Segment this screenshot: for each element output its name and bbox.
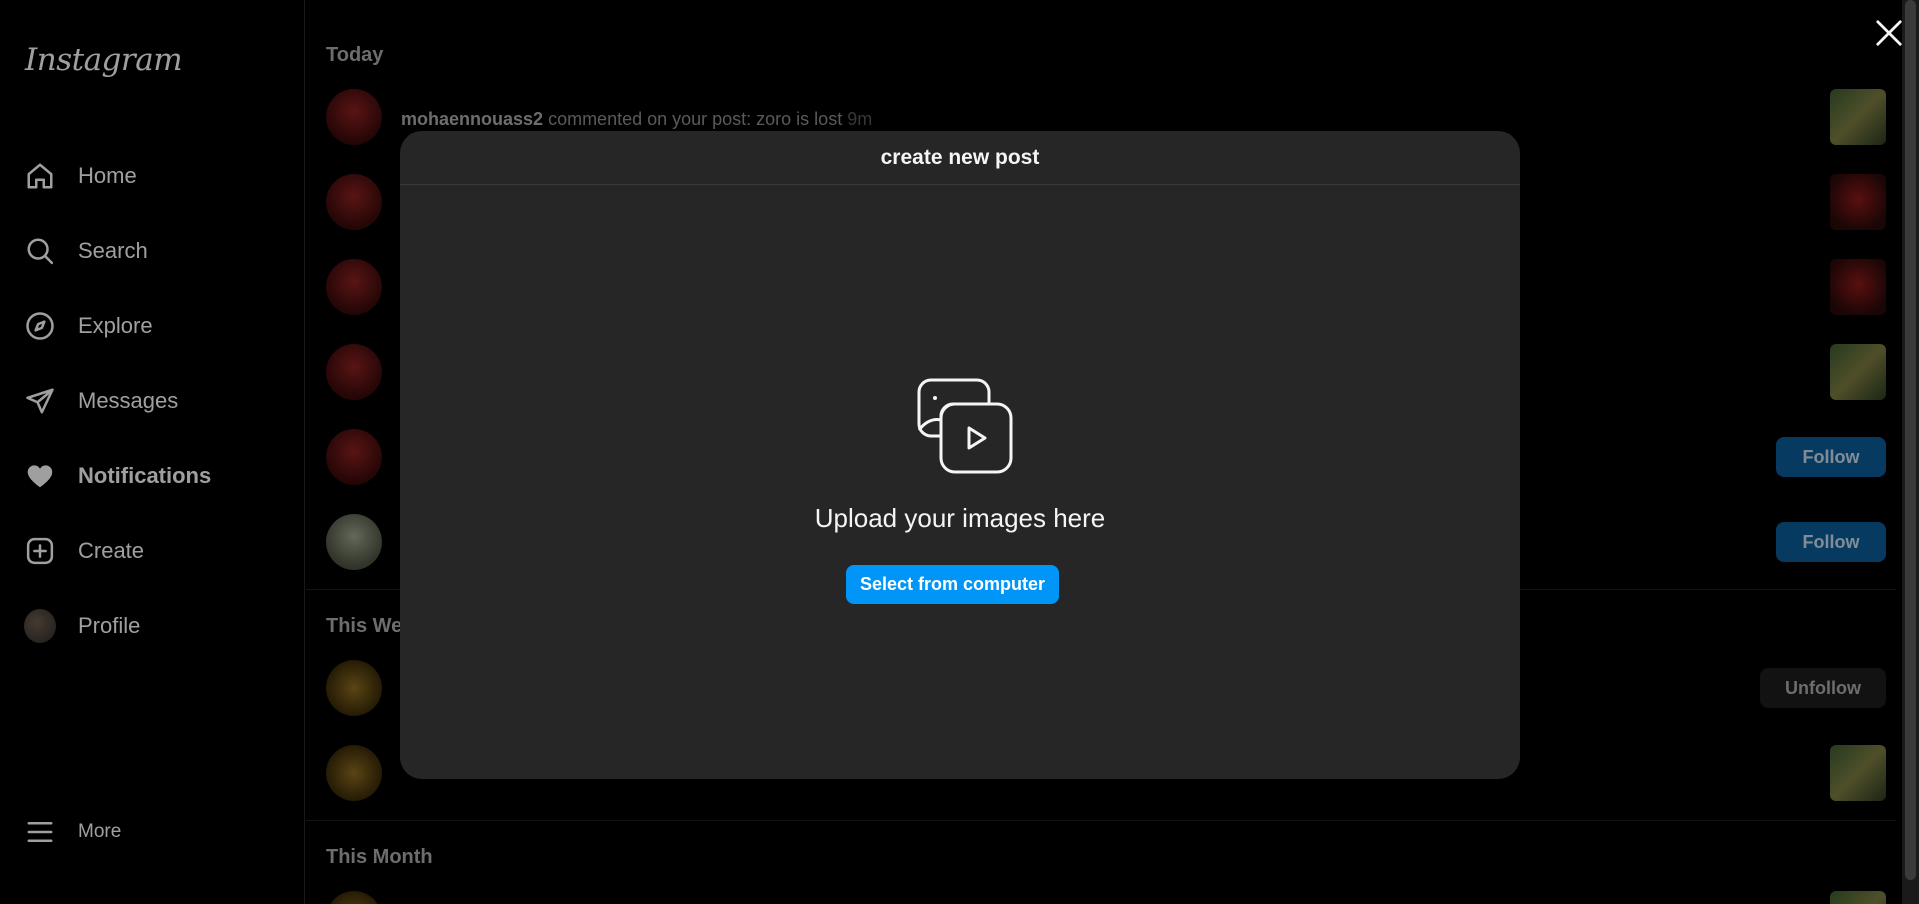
notification-time: 9m xyxy=(847,109,873,129)
list-item[interactable] xyxy=(326,891,1886,904)
sidebar-item-label: Home xyxy=(78,163,137,188)
section-title-today: Today xyxy=(326,44,384,66)
heart-icon xyxy=(24,460,56,492)
post-thumbnail[interactable] xyxy=(1830,89,1886,145)
avatar[interactable] xyxy=(326,259,382,315)
follow-button[interactable]: Follow xyxy=(1776,437,1886,477)
home-icon xyxy=(24,160,56,192)
sidebar-item-messages[interactable]: Messages xyxy=(24,379,284,423)
avatar[interactable] xyxy=(326,344,382,400)
profile-avatar-wrap xyxy=(24,609,56,643)
compass-icon xyxy=(24,310,56,342)
divider xyxy=(306,820,1896,821)
avatar[interactable] xyxy=(326,429,382,485)
avatar xyxy=(24,609,56,643)
avatar[interactable] xyxy=(326,174,382,230)
scrollbar[interactable] xyxy=(1902,0,1919,904)
sidebar-item-label: Explore xyxy=(78,313,153,338)
modal-title: create new post xyxy=(880,145,1040,169)
avatar[interactable] xyxy=(326,745,382,801)
avatar[interactable] xyxy=(326,514,382,570)
section-title-this-month: This Month xyxy=(326,846,433,868)
media-upload-icon xyxy=(905,364,1015,474)
post-thumbnail[interactable] xyxy=(1830,174,1886,230)
upload-prompt: Upload your images here xyxy=(814,503,1106,533)
sidebar-item-label: More xyxy=(78,821,122,842)
notification-username[interactable]: mohaennouass2 xyxy=(401,109,543,129)
post-thumbnail[interactable] xyxy=(1830,891,1886,904)
select-from-computer-button[interactable]: Select from computer xyxy=(846,565,1059,604)
menu-icon xyxy=(24,816,56,848)
sidebar-item-label: Messages xyxy=(78,388,179,413)
sidebar-item-profile[interactable]: Profile xyxy=(24,604,284,648)
sidebar: Instagram Home Search Explore Messages N… xyxy=(0,0,305,904)
notification-action: commented on your post: zoro is lost xyxy=(548,109,843,129)
paper-plane-icon xyxy=(24,385,56,417)
notification-text: mohaennouass2 commented on your post: zo… xyxy=(401,109,872,130)
instagram-logo[interactable]: Instagram xyxy=(25,42,183,78)
post-thumbnail[interactable] xyxy=(1830,344,1886,400)
modal-header: create new post xyxy=(400,131,1520,185)
sidebar-item-home[interactable]: Home xyxy=(24,154,284,198)
follow-button[interactable]: Follow xyxy=(1776,522,1886,562)
post-thumbnail[interactable] xyxy=(1830,745,1886,801)
section-title-this-week: This We xyxy=(326,615,403,637)
sidebar-item-create[interactable]: Create xyxy=(24,529,284,573)
sidebar-item-label: Notifications xyxy=(78,463,212,488)
sidebar-item-explore[interactable]: Explore xyxy=(24,304,284,348)
create-post-modal: create new post Upload your images here … xyxy=(400,131,1520,779)
post-thumbnail[interactable] xyxy=(1830,259,1886,315)
sidebar-item-label: Profile xyxy=(78,613,141,638)
sidebar-item-more[interactable]: More xyxy=(24,810,284,854)
sidebar-item-label: Create xyxy=(78,538,145,563)
avatar[interactable] xyxy=(326,660,382,716)
close-icon[interactable] xyxy=(1874,18,1904,48)
sidebar-item-label: Search xyxy=(78,238,148,263)
sidebar-item-notifications[interactable]: Notifications xyxy=(24,454,284,498)
unfollow-button[interactable]: Unfollow xyxy=(1760,668,1886,708)
scrollbar-thumb[interactable] xyxy=(1905,0,1916,880)
avatar[interactable] xyxy=(326,891,382,904)
sidebar-item-search[interactable]: Search xyxy=(24,229,284,273)
plus-square-icon xyxy=(24,535,56,567)
search-icon xyxy=(24,235,56,267)
avatar[interactable] xyxy=(326,89,382,145)
